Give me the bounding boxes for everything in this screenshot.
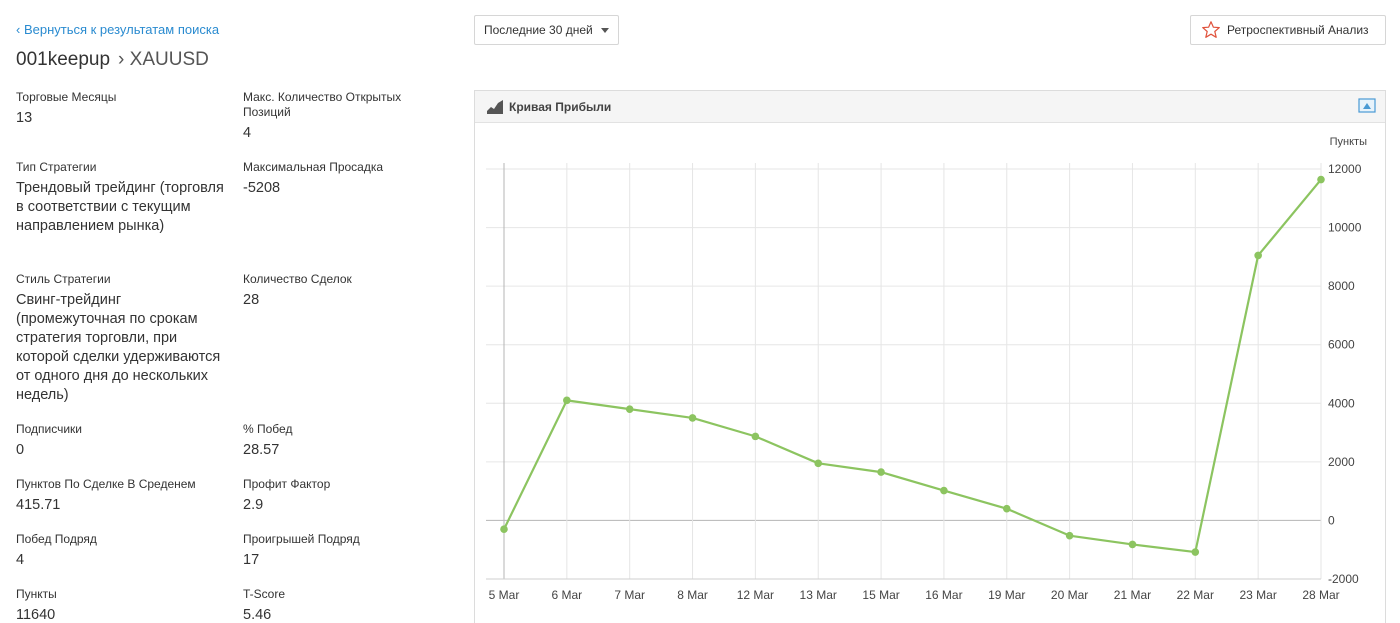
stat-t-score: T-Score 5.46 [243,587,458,623]
x-tick-label: 16 Mar [925,588,962,602]
y-tick-label: 4000 [1328,396,1355,410]
stat-label: % Побед [243,422,293,436]
data-point [500,525,508,534]
data-point [940,486,948,495]
profit-curve-chart: 12000 10000 8000 6000 4000 2000 0 -2000 5 Mar 6 M… [486,136,1367,602]
data-point [1002,504,1011,513]
stat-label: Пункты [16,587,57,601]
y-tick-label: 10000 [1328,221,1362,235]
y-tick-label: 12000 [1328,162,1362,176]
stat-value: 415.71 [16,497,61,513]
x-tick-label: 7 Mar [614,588,645,602]
chevron-down-icon [601,28,609,33]
y-axis-title: Пункты [1330,136,1367,148]
stat-profit-factor: Профит Фактор 2.9 [243,477,458,515]
stat-subscribers: Подписчики 0 [16,422,231,460]
stat-win-streak: Побед Подряд 4 [16,532,231,570]
data-point [688,414,697,422]
data-point [1065,531,1074,540]
stat-label: Максимальная Просадка [243,160,384,174]
data-point [877,468,885,476]
stat-label: Количество Сделок [243,272,352,286]
data-point [625,405,634,413]
chart-title: Кривая Прибыли [509,100,612,114]
x-tick-label: 20 Mar [1051,588,1088,602]
stat-strategy-type: Тип Стратегии Трендовый трейдинг (торгов… [16,160,231,236]
stat-max-drawdown: Максимальная Просадка -5208 [243,160,458,198]
y-tick-label: 0 [1328,513,1335,527]
page-title: 001keepup › XAUUSD [16,49,209,71]
x-tick-label: 8 Mar [677,588,708,602]
data-point [1317,175,1325,184]
period-select-value: Последние 30 дней [484,23,593,37]
x-tick-label: 15 Mar [862,588,899,602]
stat-value: 5.46 [243,607,272,623]
stat-label: Макс. Количество Открытых Позиций [243,90,402,119]
stat-label: T-Score [243,587,286,601]
chart-panel-header: Кривая Прибыли [475,91,1385,123]
x-tick-label: 22 Mar [1177,588,1214,602]
stat-label: Побед Подряд [16,532,97,546]
stat-value: 11640 [16,607,56,623]
y-tick-label: 8000 [1328,279,1355,293]
x-tick-label: 12 Mar [737,588,774,602]
stat-loss-streak: Проигрышей Подряд 17 [243,532,458,570]
stat-win-percent: % Побед 28.57 [243,422,458,460]
y-tick-label: -2000 [1328,572,1359,586]
profit-curve-panel: 12000 10000 8000 6000 4000 2000 0 -2000 5 Mar 6 M… [474,90,1386,623]
stat-trading-months: Торговые Месяцы 13 [16,90,231,128]
stat-value: 4 [243,125,252,141]
stat-label: Стиль Стратегии [16,272,111,286]
x-tick-label: 23 Mar [1239,588,1276,602]
data-point [751,432,760,441]
back-to-search-link[interactable]: ‹ Вернуться к результатам поиска [16,22,219,37]
stat-points: Пункты 11640 [16,587,231,623]
stat-label: Подписчики [16,422,83,436]
retrospective-analysis-button[interactable]: Ретроспективный Анализ [1190,15,1386,45]
stat-label: Пунктов По Сделке В Среденем [16,477,196,491]
data-point [563,396,571,405]
data-point [814,459,823,468]
x-tick-label: 28 Mar [1302,588,1339,602]
x-tick-label: 21 Mar [1114,588,1151,602]
series-line [503,178,1322,554]
symbol-label: › XAUUSD [118,49,209,70]
stat-label: Торговые Месяцы [16,90,117,104]
area-chart-icon [487,100,503,114]
x-tick-label: 13 Mar [800,588,837,602]
stat-label: Проигрышей Подряд [243,532,360,546]
stat-label: Тип Стратегии [16,160,97,174]
x-tick-label: 19 Mar [988,588,1025,602]
data-point [1254,251,1262,260]
data-point [1191,548,1200,556]
stat-value: 17 [243,552,260,568]
stat-value: -5208 [243,180,281,196]
stat-label: Профит Фактор [243,477,331,491]
y-tick-label: 2000 [1328,455,1355,469]
x-tick-label: 6 Mar [552,588,583,602]
stat-value: 28 [243,292,260,308]
data-point [1128,540,1137,549]
expand-icon[interactable] [1358,98,1376,114]
x-tick-label: 5 Mar [489,588,520,602]
stat-avg-points-per-trade: Пунктов По Сделке В Среденем 415.71 [16,477,231,515]
stat-value: 2.9 [243,497,264,513]
stat-value: 13 [16,110,33,126]
stat-max-open-positions: Макс. Количество Открытых Позиций 4 [243,90,433,143]
stat-value: 4 [16,552,25,568]
stat-value: 0 [16,442,25,458]
strategy-name: 001keepup [16,49,111,70]
y-tick-label: 6000 [1328,338,1355,352]
star-outline-icon [1202,21,1220,38]
stat-value: 28.57 [243,442,280,458]
stat-value: Трендовый трейдинг (торговля в соответст… [16,180,224,234]
retrospective-analysis-label: Ретроспективный Анализ [1227,23,1369,37]
stat-strategy-style: Стиль Стратегии Свинг-трейдинг (промежут… [16,272,231,405]
period-select[interactable]: Последние 30 дней [474,15,619,45]
stat-value: Свинг-трейдинг (промежуточная по срокам … [16,292,221,403]
stat-trade-count: Количество Сделок 28 [243,272,458,310]
